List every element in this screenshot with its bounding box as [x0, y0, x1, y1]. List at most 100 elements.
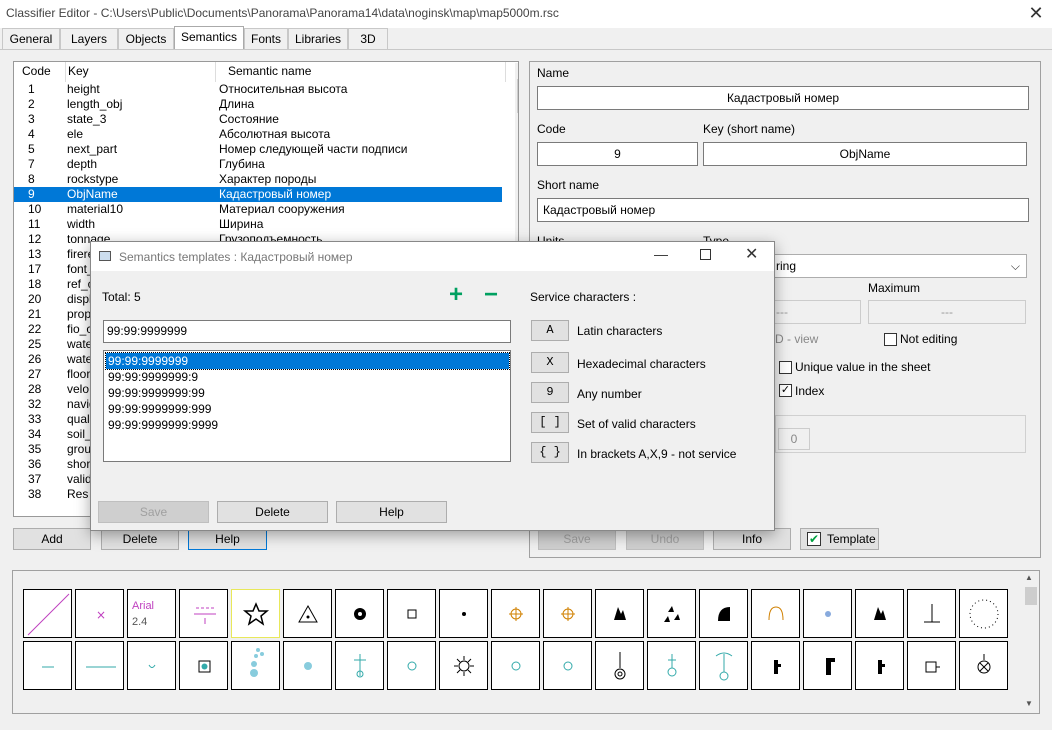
- symbol-box-arrow[interactable]: [907, 641, 956, 690]
- template-item[interactable]: 99:99:9999999:99: [106, 385, 509, 401]
- hex-key-button[interactable]: X: [531, 352, 569, 373]
- table-row[interactable]: 10 material10 Материал сооружения: [14, 202, 502, 217]
- table-row[interactable]: 7 depth Глубина: [14, 157, 502, 172]
- table-row[interactable]: 11 width Ширина: [14, 217, 502, 232]
- scroll-up-icon[interactable]: ▲: [1025, 573, 1033, 582]
- tab-layers[interactable]: Layers: [60, 28, 118, 49]
- scroll-up-icon[interactable]: ▲: [517, 63, 518, 77]
- symbol-marker[interactable]: [751, 641, 800, 690]
- table-row[interactable]: 2 length_obj Длина: [14, 97, 502, 112]
- symbol-diagonal-line[interactable]: [23, 589, 72, 638]
- dialog-delete-button[interactable]: Delete: [217, 501, 328, 523]
- symbol-well[interactable]: [595, 641, 644, 690]
- not-editing-checkbox[interactable]: [884, 333, 897, 346]
- number-key-button[interactable]: 9: [531, 382, 569, 403]
- symbol-marker-3[interactable]: [855, 641, 904, 690]
- delete-button[interactable]: Delete: [101, 528, 179, 550]
- symbol-circle-3[interactable]: [543, 641, 592, 690]
- symbol-spring[interactable]: [335, 641, 384, 690]
- symbol-marker-2[interactable]: [803, 641, 852, 690]
- name-field[interactable]: Кадастровый номер: [537, 86, 1029, 110]
- add-button[interactable]: Add: [13, 528, 91, 550]
- symbol-orange-circle-2[interactable]: [543, 589, 592, 638]
- template-item[interactable]: 99:99:9999999:9999: [106, 417, 509, 433]
- tab-objects[interactable]: Objects: [118, 28, 174, 49]
- set-key-button[interactable]: [ ]: [531, 412, 569, 433]
- key-field[interactable]: ObjName: [703, 142, 1027, 166]
- table-row[interactable]: 8 rockstype Характер породы: [14, 172, 502, 187]
- short-name-field[interactable]: Кадастровый номер: [537, 198, 1029, 222]
- table-row[interactable]: 1 height Относительная высота: [14, 82, 502, 97]
- symbol-short-line[interactable]: [23, 641, 72, 690]
- scroll-thumb[interactable]: [517, 79, 518, 113]
- symbol-star[interactable]: [231, 589, 280, 638]
- symbol-crossed-circle[interactable]: [959, 641, 1008, 690]
- maximum-field[interactable]: ---: [868, 300, 1026, 324]
- table-row[interactable]: 3 state_3 Состояние: [14, 112, 502, 127]
- code-field[interactable]: 9: [537, 142, 698, 166]
- tab-semantics[interactable]: Semantics: [174, 26, 244, 50]
- add-template-icon[interactable]: +: [449, 282, 463, 308]
- symbol-bubbles[interactable]: [231, 641, 280, 690]
- table-row[interactable]: 9 ObjName Кадастровый номер: [14, 187, 502, 202]
- symbol-radiation[interactable]: [335, 589, 384, 638]
- symbol-smile[interactable]: [127, 641, 176, 690]
- template-item[interactable]: 99:99:9999999:9: [106, 369, 509, 385]
- symbol-shark-fin[interactable]: [699, 589, 748, 638]
- symbol-orange-circle[interactable]: [491, 589, 540, 638]
- template-input[interactable]: 99:99:9999999: [103, 320, 511, 343]
- zero-field[interactable]: 0: [778, 428, 810, 450]
- symbols-scrollbar[interactable]: ▲ ▼: [1023, 571, 1039, 713]
- symbol-blue-dot[interactable]: [803, 589, 852, 638]
- maximize-icon[interactable]: [700, 249, 711, 260]
- symbol-square[interactable]: [387, 589, 436, 638]
- dialog-close-icon[interactable]: ✕: [745, 244, 758, 264]
- minimize-icon[interactable]: —: [654, 246, 668, 262]
- symbol-triangle[interactable]: [283, 589, 332, 638]
- latin-key-button[interactable]: A: [531, 320, 569, 341]
- template-item[interactable]: 99:99:9999999: [105, 352, 510, 370]
- info-button[interactable]: Info: [713, 528, 791, 550]
- dialog-save-button[interactable]: Save: [98, 501, 209, 523]
- scroll-down-icon[interactable]: ▼: [1025, 699, 1033, 708]
- tab-3d[interactable]: 3D: [348, 28, 388, 49]
- template-item[interactable]: 99:99:9999999:999: [106, 401, 509, 417]
- tab-libraries[interactable]: Libraries: [288, 28, 348, 49]
- index-checkbox[interactable]: ✓: [779, 384, 792, 397]
- tab-fonts[interactable]: Fonts: [244, 28, 288, 49]
- symbol-sun[interactable]: [439, 641, 488, 690]
- column-header-name[interactable]: Semantic name: [216, 62, 506, 82]
- symbol-circle-2[interactable]: [491, 641, 540, 690]
- table-row[interactable]: 4 ele Абсолютная высота: [14, 127, 502, 142]
- symbol-peaks[interactable]: [595, 589, 644, 638]
- symbol-dashed-fraction[interactable]: [179, 589, 228, 638]
- column-header-code[interactable]: Code: [14, 62, 66, 82]
- brackets-key-button[interactable]: { }: [531, 442, 569, 463]
- symbol-rocks[interactable]: [647, 589, 696, 638]
- symbol-peaks-2[interactable]: [855, 589, 904, 638]
- symbol-arch[interactable]: [751, 589, 800, 638]
- template-button[interactable]: ✔ Template: [800, 528, 879, 550]
- undo-button[interactable]: Undo: [626, 528, 704, 550]
- symbol-fountain[interactable]: [699, 641, 748, 690]
- symbol-circle[interactable]: [387, 641, 436, 690]
- symbol-cross[interactable]: ×: [75, 589, 124, 638]
- symbol-square-dot[interactable]: [179, 641, 228, 690]
- close-icon[interactable]: ✕: [1024, 2, 1048, 24]
- dialog-help-button[interactable]: Help: [336, 501, 447, 523]
- symbol-dotted-circle[interactable]: [959, 589, 1008, 638]
- symbol-dot[interactable]: [439, 589, 488, 638]
- symbol-post[interactable]: [907, 589, 956, 638]
- symbol-blue-dot-2[interactable]: [283, 641, 332, 690]
- unique-value-checkbox[interactable]: [779, 361, 792, 374]
- symbol-well-2[interactable]: [647, 641, 696, 690]
- tab-general[interactable]: General: [2, 28, 60, 49]
- remove-template-icon[interactable]: −: [484, 282, 498, 308]
- symbol-long-line[interactable]: [75, 641, 124, 690]
- table-row[interactable]: 5 next_part Номер следующей части подписи: [14, 142, 502, 157]
- scroll-thumb[interactable]: [1025, 587, 1037, 605]
- templates-list[interactable]: 99:99:9999999 99:99:9999999:9 99:99:9999…: [103, 350, 511, 462]
- props-save-button[interactable]: Save: [538, 528, 616, 550]
- symbol-arial-text[interactable]: Arial 2.4: [127, 589, 176, 638]
- column-header-key[interactable]: Key: [66, 62, 216, 82]
